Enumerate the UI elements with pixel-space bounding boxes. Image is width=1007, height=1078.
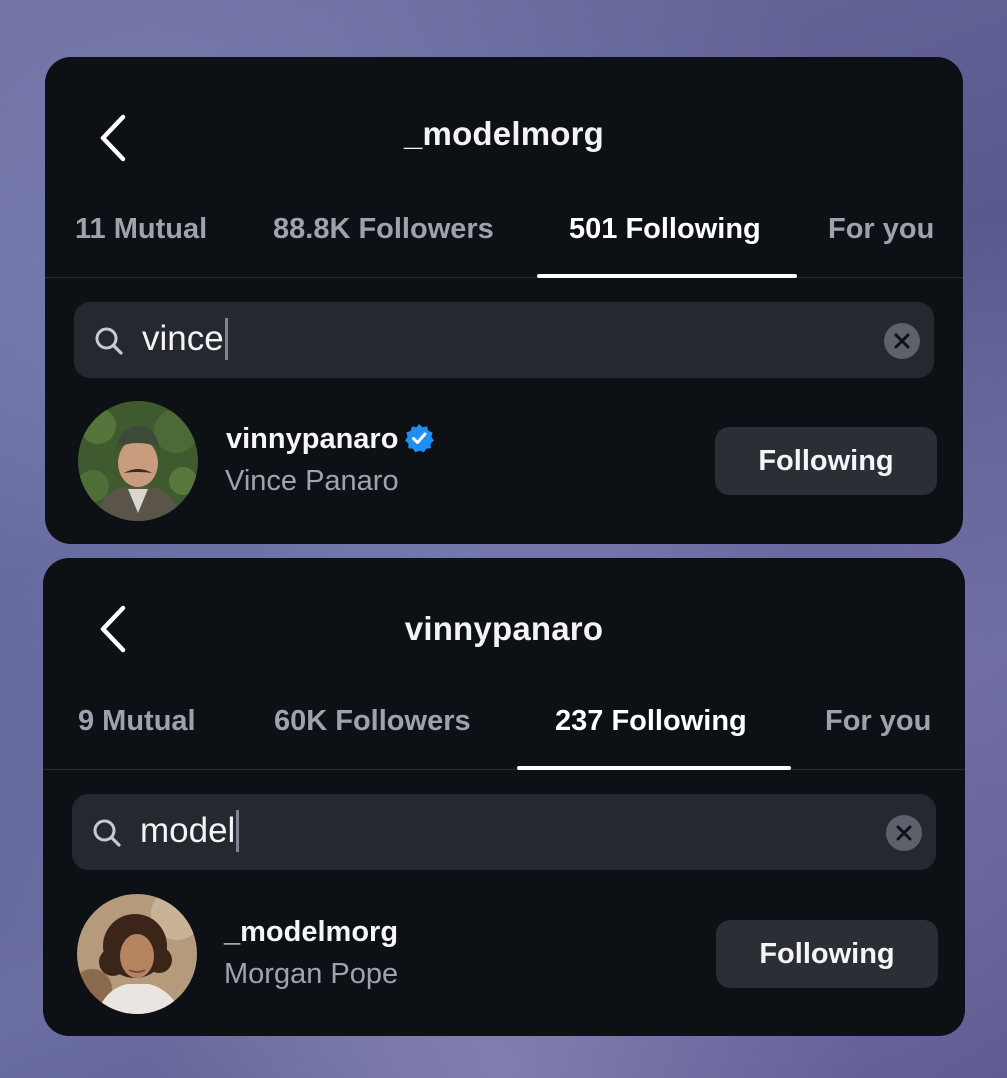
tab-for-you[interactable]: For you: [825, 705, 931, 738]
tab-bar: 11 Mutual 88.8K Followers 501 Following …: [45, 207, 963, 278]
result-full-name: Vince Panaro: [225, 465, 399, 497]
tab-following[interactable]: 501 Following: [569, 213, 761, 246]
tab-following[interactable]: 237 Following: [555, 705, 747, 738]
search-field[interactable]: model: [72, 794, 936, 870]
tab-followers[interactable]: 60K Followers: [274, 705, 471, 738]
tab-bar: 9 Mutual 60K Followers 237 Following For…: [43, 699, 965, 770]
verified-badge-icon: [405, 424, 435, 453]
following-button[interactable]: Following: [716, 920, 938, 988]
avatar-photo: [78, 401, 198, 521]
result-full-name: Morgan Pope: [224, 958, 399, 990]
avatar[interactable]: [78, 401, 198, 521]
page-title: _modelmorg: [403, 115, 605, 152]
tab-followers[interactable]: 88.8K Followers: [273, 213, 494, 246]
clear-search-button[interactable]: [884, 323, 920, 359]
clear-search-button[interactable]: [886, 815, 922, 851]
search-icon: [95, 327, 123, 355]
page-title: vinnypanaro: [404, 610, 604, 647]
username-text: vinnypanaro: [226, 423, 399, 455]
close-icon: [894, 333, 910, 349]
search-field[interactable]: vince: [74, 302, 934, 378]
following-panel-vinnypanaro: vinnypanaro 9 Mutual 60K Followers 237 F…: [43, 558, 965, 1036]
active-tab-indicator: [537, 274, 797, 278]
avatar[interactable]: [77, 894, 197, 1014]
tab-mutual[interactable]: 11 Mutual: [75, 213, 207, 246]
following-button[interactable]: Following: [715, 427, 937, 495]
avatar-photo: [77, 894, 197, 1014]
tab-for-you[interactable]: For you: [828, 213, 934, 246]
close-icon: [896, 825, 912, 841]
search-icon: [93, 819, 121, 847]
following-panel-modelmorg: _modelmorg 11 Mutual 88.8K Followers 501…: [45, 57, 963, 544]
tab-mutual[interactable]: 9 Mutual: [78, 705, 196, 738]
result-username[interactable]: _modelmorg: [224, 916, 398, 949]
active-tab-indicator: [517, 766, 791, 770]
search-input[interactable]: model: [140, 810, 240, 852]
search-input[interactable]: vince: [142, 318, 228, 360]
result-username[interactable]: vinnypanaro: [226, 423, 435, 456]
